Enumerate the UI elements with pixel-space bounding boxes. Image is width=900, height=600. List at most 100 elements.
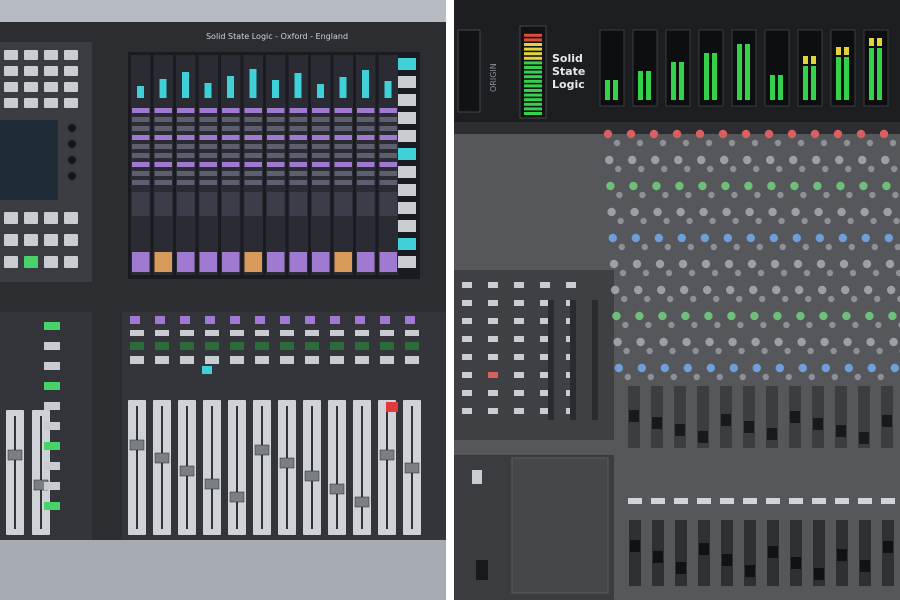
screen-row [177,135,195,140]
left-fader-cap [7,449,23,461]
channel-button [305,356,319,364]
main-fader-cap [179,465,195,477]
screen-row [154,126,172,131]
select-button [130,316,140,324]
screen-row [244,180,262,185]
channel-button [130,330,144,336]
knob [701,259,711,269]
strip-name-tile [222,252,240,272]
meter-frame [599,29,625,107]
screen-row [289,144,307,149]
center-fader [548,300,554,420]
screen-row [357,162,375,167]
meter-bar [844,57,849,100]
screen-row [222,108,240,113]
meter-frame [830,29,856,107]
knob [820,337,829,347]
panel-button [24,234,38,246]
knob [664,243,671,251]
screen-side-button [398,94,416,106]
strip-name-tile [334,252,352,272]
logo-line-1: Solid [552,52,583,65]
knob [876,347,883,355]
channel-display [180,342,194,350]
fader-lane [629,520,641,586]
center-button [462,336,472,342]
panel-button [64,234,78,246]
screen-row [289,180,307,185]
knob [678,259,688,269]
center-button [514,372,524,378]
knob [843,139,851,147]
fader-cap [836,425,846,437]
channel-button [628,498,642,504]
knob [751,139,759,147]
screen-row [267,180,285,185]
knob [752,363,761,373]
knob [711,269,719,277]
panel-button [44,98,58,108]
center-button [488,372,498,378]
channel-display [355,342,369,350]
knob [675,181,684,191]
knob [826,269,834,277]
knob [798,363,807,373]
knob [644,295,651,303]
meter-segment [524,61,542,65]
select-button [330,316,340,324]
screen-row [289,117,307,122]
screen-side-button [398,256,416,268]
fader-cap [721,414,731,426]
meter-frame [665,29,691,107]
panel-button [44,256,58,268]
knob [708,191,715,199]
screen-row [222,144,240,149]
knob [645,321,652,329]
screen-side-button [398,130,416,142]
screen-row [154,180,172,185]
knob [714,321,721,329]
screen-row [177,171,195,176]
knob [641,243,648,251]
channel-button [881,498,895,504]
channel-display [380,342,394,350]
screen-row [154,108,172,113]
screen-row [222,117,240,122]
center-button [514,336,524,342]
knob [716,373,723,381]
channel-button [651,498,665,504]
screen-row [289,171,307,176]
screen-row [312,144,330,149]
screen-row [312,126,330,131]
center-button [488,390,498,396]
fader-lane [743,386,755,448]
screen-side-button [398,184,416,196]
eq-display [244,192,262,216]
main-fader-cap [129,439,145,451]
channel-button [280,330,294,336]
screen-row [177,153,195,158]
eq-display [379,192,397,216]
meter-segment [524,84,542,88]
left-fader-slot [14,416,16,529]
left-button [44,422,60,430]
channel-button [130,356,144,364]
meter-bar [770,75,775,100]
fader-cap [722,554,732,566]
knob [728,337,737,347]
knob [732,217,739,225]
center-button [514,282,524,288]
knob [791,207,800,217]
knob [659,139,667,147]
knob [692,347,699,355]
knob [787,129,797,139]
channel-button [812,498,826,504]
knob [715,347,722,355]
knob [757,269,765,277]
knob [746,233,755,243]
knob [810,129,820,139]
panel-button [44,82,58,92]
knob [887,285,896,295]
knob [635,311,644,321]
screen-row [379,117,397,122]
